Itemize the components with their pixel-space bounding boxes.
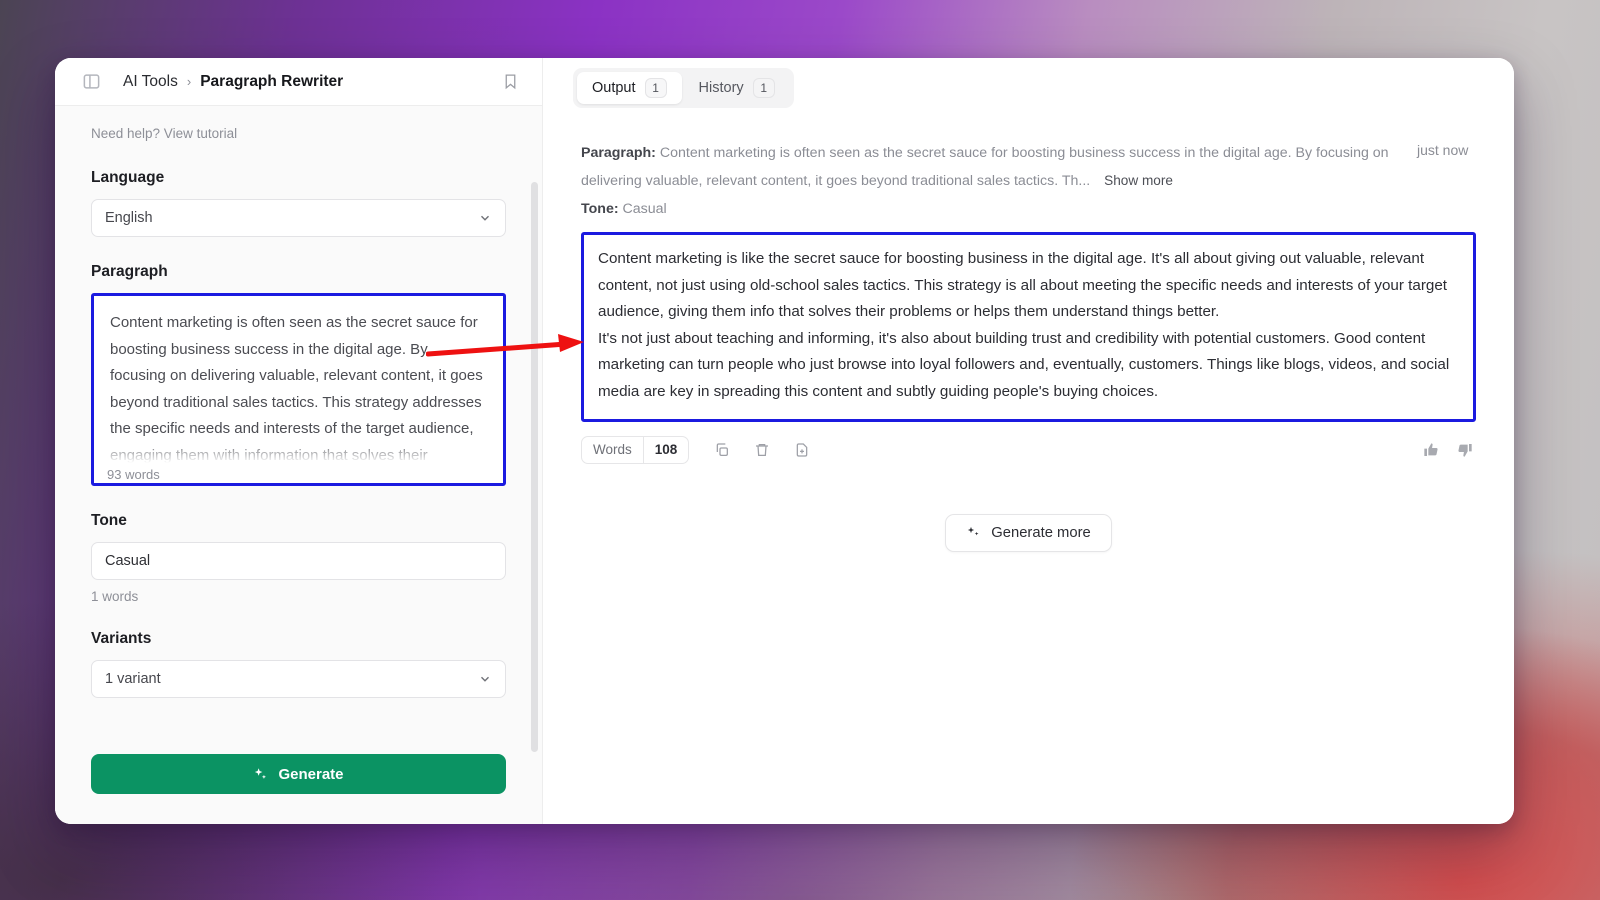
sidebar-panel-icon[interactable] [81,72,101,92]
tab-history-badge: 1 [752,78,775,98]
tutorial-link[interactable]: Need help? View tutorial [91,126,506,141]
bookmark-icon[interactable] [500,72,520,92]
left-settings-panel: AI Tools › Paragraph Rewriter Need help?… [55,58,543,824]
generate-more-button[interactable]: Generate more [945,513,1112,552]
meta-paragraph-preview: Content marketing is often seen as the s… [581,145,1389,189]
show-more-link[interactable]: Show more [1104,173,1173,188]
tab-history[interactable]: History 1 [684,72,790,104]
output-meta-paragraph: Paragraph: Content marketing is often se… [581,140,1391,195]
output-actions: Words 108 [581,435,1476,464]
tab-history-label: History [698,80,744,96]
tabs: Output 1 History 1 [573,68,794,108]
chevron-down-icon [478,672,492,686]
output-meta-tone: Tone: Casual [581,201,1476,217]
save-document-icon[interactable] [791,439,813,461]
thumbs-down-icon[interactable] [1454,439,1476,461]
paragraph-label: Paragraph [91,263,168,280]
meta-paragraph-label: Paragraph: [581,145,656,161]
settings-form: Need help? View tutorial Language Englis… [55,106,542,754]
trash-icon[interactable] [751,439,773,461]
word-count-badge: Words 108 [581,435,690,464]
variants-value: 1 variant [105,671,161,687]
variants-label: Variants [91,630,152,647]
output-content: Paragraph: Content marketing is often se… [543,118,1514,824]
language-field: Language English [91,169,506,237]
sparkle-icon [253,767,268,782]
tab-output[interactable]: Output 1 [577,72,682,104]
tone-word-count: 1 words [91,589,139,604]
page-title: Paragraph Rewriter [200,72,344,90]
paragraph-word-count: 93 words [94,465,503,483]
generate-button-label: Generate [278,765,344,783]
breadcrumb-root[interactable]: AI Tools [123,73,178,91]
output-timestamp: just now [1417,142,1469,158]
language-value: English [105,210,153,226]
tone-label: Tone [91,512,127,529]
paragraph-textarea[interactable]: Content marketing is often seen as the s… [91,293,506,486]
copy-icon[interactable] [711,439,733,461]
tab-output-label: Output [592,80,636,96]
output-result-box[interactable]: Content marketing is like the secret sau… [581,232,1476,422]
chevron-down-icon [478,211,492,225]
meta-tone-value: Casual [622,201,667,217]
variants-select[interactable]: 1 variant [91,660,506,698]
tone-value: Casual [105,553,151,569]
output-paragraph-2: It's not just about teaching and informi… [598,329,1450,400]
output-panel: Output 1 History 1 Paragraph: Content ma… [543,58,1514,824]
paragraph-textarea-value: Content marketing is often seen as the s… [110,314,487,464]
tone-input[interactable]: Casual [91,542,506,580]
breadcrumb-separator-icon: › [186,74,192,89]
output-meta-row: Paragraph: Content marketing is often se… [581,140,1476,195]
output-paragraph-1: Content marketing is like the secret sau… [598,250,1447,321]
sparkle-icon [966,525,981,540]
word-count-value: 108 [654,442,678,458]
language-select[interactable]: English [91,199,506,237]
generate-button[interactable]: Generate [91,754,506,794]
thumbs-up-icon[interactable] [1420,439,1442,461]
paragraph-field: Paragraph Content marketing is often see… [91,263,506,486]
tab-output-badge: 1 [644,78,667,98]
tabs-row: Output 1 History 1 [543,58,1514,118]
language-label: Language [91,169,165,186]
word-count-label: Words [593,442,632,458]
generate-more-wrap: Generate more [581,513,1476,552]
variants-field: Variants 1 variant [91,630,506,698]
breadcrumb: AI Tools › Paragraph Rewriter [123,73,343,91]
app-window: AI Tools › Paragraph Rewriter Need help?… [55,58,1514,824]
generate-more-label: Generate more [991,524,1091,541]
sidebar-scrollbar[interactable] [531,182,538,752]
feedback-group [1420,439,1476,461]
tone-field: Tone Casual 1 words [91,512,506,604]
meta-tone-label: Tone: [581,201,619,217]
sidebar-footer: Generate [55,754,542,824]
app-header: AI Tools › Paragraph Rewriter [55,58,542,106]
